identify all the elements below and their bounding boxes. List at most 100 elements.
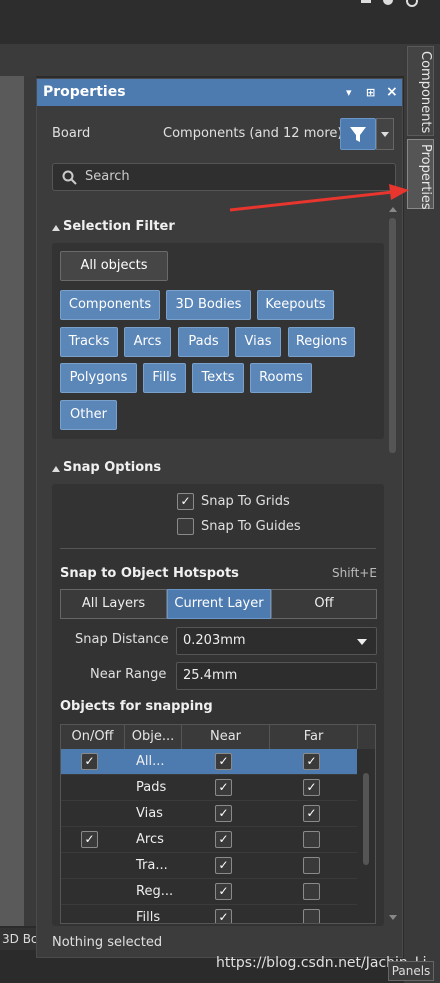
snap-distance-select[interactable]: 0.203mm xyxy=(176,627,377,655)
panels-button[interactable]: Panels xyxy=(388,961,434,981)
layer-off-button[interactable]: Off xyxy=(271,589,377,619)
snapping-objects-table: On/Off Obje... Near Far ✓ All... ✓ ✓ Pads ✓ ✓ V… xyxy=(60,724,376,924)
near-range-value: 25.4mm xyxy=(183,668,238,683)
object-name: Pads xyxy=(136,780,167,795)
filter-chip-fills[interactable]: Fills xyxy=(143,363,186,393)
divider xyxy=(60,548,376,549)
search-placeholder: Search xyxy=(85,169,130,184)
column-header-filler xyxy=(358,725,375,749)
all-objects-button[interactable]: All objects xyxy=(60,251,168,281)
near-checkbox[interactable]: ✓ xyxy=(215,753,232,770)
near-checkbox[interactable]: ✓ xyxy=(215,857,232,874)
chevron-down-icon xyxy=(357,639,367,645)
document-tab-bar xyxy=(0,44,406,77)
snap-to-guides-label: Snap To Guides xyxy=(201,519,301,534)
panel-close-button[interactable]: × xyxy=(386,79,398,106)
far-checkbox[interactable] xyxy=(303,857,320,874)
panel-title-bar: Properties ▾ ⊞ × xyxy=(37,79,402,106)
table-row[interactable]: Tra... ✓ xyxy=(61,853,357,879)
annotation-arrow-icon xyxy=(229,184,409,212)
on-off-checkbox[interactable]: ✓ xyxy=(81,831,98,848)
filter-chip-polygons[interactable]: Polygons xyxy=(60,363,137,393)
filter-chip-arcs[interactable]: Arcs xyxy=(124,327,171,357)
selection-filter-title[interactable]: Selection Filter xyxy=(63,219,175,234)
scroll-up-icon[interactable] xyxy=(388,205,398,213)
far-checkbox[interactable] xyxy=(303,883,320,900)
object-name: Tra... xyxy=(136,858,168,873)
far-checkbox[interactable]: ✓ xyxy=(303,805,320,822)
far-checkbox[interactable] xyxy=(303,909,320,923)
panel-title: Properties xyxy=(43,84,126,100)
table-row[interactable]: Vias ✓ ✓ xyxy=(61,801,357,827)
far-checkbox[interactable]: ✓ xyxy=(303,779,320,796)
board-label: Board xyxy=(52,126,91,141)
panel-scrollbar-thumb[interactable] xyxy=(389,218,396,453)
filter-button[interactable] xyxy=(340,118,376,150)
filter-chip-components[interactable]: Components xyxy=(60,290,160,320)
snap-to-grids-label: Snap To Grids xyxy=(201,494,290,509)
settings-icon[interactable] xyxy=(405,0,419,8)
filter-chip-tracks[interactable]: Tracks xyxy=(60,327,118,357)
panel-pin-button[interactable]: ⊞ xyxy=(366,79,375,106)
filter-icon xyxy=(350,127,366,142)
column-header-on-off[interactable]: On/Off xyxy=(61,725,125,749)
snap-to-guides-checkbox[interactable] xyxy=(177,518,194,535)
scroll-down-icon[interactable] xyxy=(388,914,398,922)
filter-chip-vias[interactable]: Vias xyxy=(235,327,281,357)
user-icon[interactable] xyxy=(360,0,372,6)
objects-for-snapping-title: Objects for snapping xyxy=(60,699,213,714)
notification-icon[interactable] xyxy=(382,0,394,6)
panel-menu-button[interactable]: ▾ xyxy=(346,79,352,106)
object-name: Vias xyxy=(136,806,163,821)
filter-chip-rooms[interactable]: Rooms xyxy=(250,363,312,393)
pcb-workspace[interactable] xyxy=(0,76,24,926)
collapse-triangle-icon[interactable] xyxy=(52,465,60,473)
table-row[interactable]: ✓ Arcs ✓ xyxy=(61,827,357,853)
object-name: Reg... xyxy=(136,884,174,899)
snap-distance-label: Snap Distance xyxy=(75,632,169,647)
object-name: All... xyxy=(136,754,165,769)
bottom-tab-3d-bodies[interactable]: 3D Bc xyxy=(0,928,38,950)
near-range-input[interactable]: 25.4mm xyxy=(176,662,377,690)
components-summary: Components (and 12 more) xyxy=(163,126,343,141)
near-checkbox[interactable]: ✓ xyxy=(215,805,232,822)
layer-current-layer-button[interactable]: Current Layer xyxy=(167,589,271,619)
filter-chip-other[interactable]: Other xyxy=(60,400,117,430)
hotspots-title: Snap to Object Hotspots xyxy=(60,566,239,581)
snap-distance-value: 0.203mm xyxy=(183,633,246,648)
table-row[interactable]: Pads ✓ ✓ xyxy=(61,775,357,801)
object-name: Fills xyxy=(136,910,161,924)
table-row[interactable]: Reg... ✓ xyxy=(61,879,357,905)
status-nothing-selected: Nothing selected xyxy=(52,935,163,950)
snap-options-title[interactable]: Snap Options xyxy=(63,460,161,475)
column-header-far[interactable]: Far xyxy=(270,725,358,749)
column-header-near[interactable]: Near xyxy=(182,725,270,749)
tab-components[interactable]: Components xyxy=(407,46,434,136)
hotspots-shortcut: Shift+E xyxy=(332,566,377,580)
near-checkbox[interactable]: ✓ xyxy=(215,909,232,923)
column-header-object[interactable]: Obje... xyxy=(125,725,182,749)
near-checkbox[interactable]: ✓ xyxy=(215,883,232,900)
filter-dropdown[interactable] xyxy=(376,118,394,150)
snap-to-grids-checkbox[interactable]: ✓ xyxy=(177,493,194,510)
far-checkbox[interactable]: ✓ xyxy=(303,753,320,770)
near-checkbox[interactable]: ✓ xyxy=(215,831,232,848)
table-row[interactable]: Fills ✓ xyxy=(61,905,357,924)
filter-chip-texts[interactable]: Texts xyxy=(192,363,244,393)
collapse-triangle-icon[interactable] xyxy=(52,224,60,232)
on-off-checkbox[interactable]: ✓ xyxy=(81,753,98,770)
search-icon xyxy=(62,170,77,185)
filter-chip-keepouts[interactable]: Keepouts xyxy=(257,290,334,320)
workspace-edge xyxy=(24,76,36,926)
filter-chip-regions[interactable]: Regions xyxy=(288,327,355,357)
top-bar xyxy=(0,0,440,44)
table-scrollbar-thumb[interactable] xyxy=(363,773,369,865)
table-row[interactable]: ✓ All... ✓ ✓ xyxy=(61,749,357,775)
chevron-down-icon xyxy=(381,132,389,137)
far-checkbox[interactable] xyxy=(303,831,320,848)
object-name: Arcs xyxy=(136,832,164,847)
filter-chip-3d-bodies[interactable]: 3D Bodies xyxy=(166,290,251,320)
filter-chip-pads[interactable]: Pads xyxy=(178,327,229,357)
layer-all-layers-button[interactable]: All Layers xyxy=(60,589,167,619)
near-checkbox[interactable]: ✓ xyxy=(215,779,232,796)
